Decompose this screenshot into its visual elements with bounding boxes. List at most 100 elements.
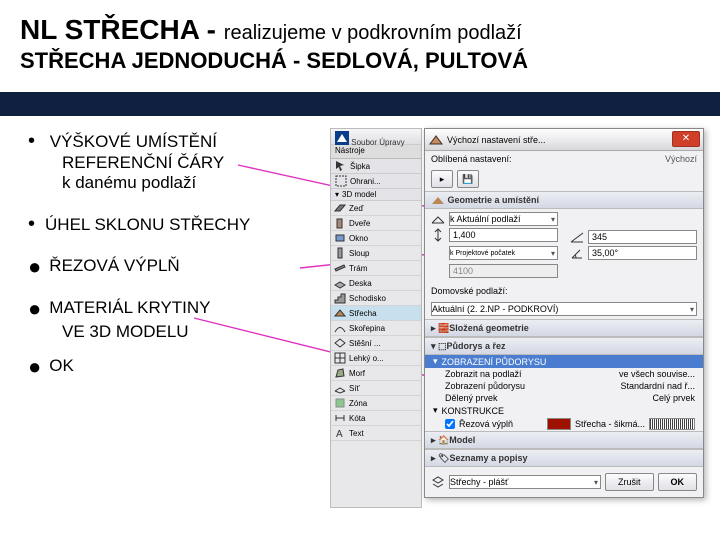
svg-text:A: A [336,429,343,439]
text-icon: A [334,427,346,439]
tool-label: Text [349,429,364,438]
panel-label: Půdorys a řez [447,341,506,351]
tree-plan-mode[interactable]: Zobrazení půdorysuStandardní nad ř... [425,380,703,392]
tool-mesh[interactable]: Síť [331,381,421,396]
home-floor-label: Domovské podlaží: [431,286,508,296]
dialog-titlebar[interactable]: Výchozí nastavení stře... ✕ [425,129,703,151]
tool-label: Zeď [349,204,363,213]
combo-value: Střechy - plášť [450,477,508,487]
fav-save-button[interactable]: 💾 [457,170,479,188]
tool-slab[interactable]: Deska [331,276,421,291]
wall-icon [334,202,346,214]
marquee-icon [335,175,347,187]
tool-morph[interactable]: Morf [331,366,421,381]
tree-value: Celý prvek [652,393,695,403]
layer-combo[interactable]: Střechy - plášť [449,475,601,489]
default-label: Výchozí [665,154,697,164]
tool-wall[interactable]: Zeď [331,201,421,216]
menubar[interactable]: Soubor Úpravy [331,129,421,145]
field-value: 35,00° [592,248,618,258]
title-line2: STŘECHA JEDNODUCHÁ - SEDLOVÁ, PULTOVÁ [20,48,700,74]
tool-window[interactable]: Okno [331,231,421,246]
ok-button[interactable]: OK [658,473,698,491]
tree-plan-display[interactable]: ▾ZOBRAZENÍ PŮDORYSU [425,355,703,368]
tool-cw[interactable]: Lehký o... [331,351,421,366]
purlin-icon [334,337,346,349]
tool-label: Sloup [349,249,369,258]
tool-dim[interactable]: Kóta [331,411,421,426]
thickness-input[interactable]: 345 [588,230,697,244]
layer-icon [431,475,445,489]
tree-fill[interactable]: Řezová výplň Střecha - šikmá... [425,417,703,431]
tree-label: ZOBRAZENÍ PŮDORYSU [442,357,547,367]
mesh-icon [334,382,346,394]
tree-label: Zobrazit na podlaží [445,369,615,379]
panel-composite[interactable]: ▸ 🧱 Složená geometrie [425,319,703,337]
bullet-text: OK [49,356,74,375]
tool-beam[interactable]: Trám [331,261,421,276]
tool-label: Okno [349,234,368,243]
home-floor-combo[interactable]: Aktuální (2. 2.NP - PODKROVÍ) [431,302,697,316]
tree-label: KONSTRUKCE [442,406,505,416]
panel-model[interactable]: ▸ 🏠 Model [425,431,703,449]
tree-cut[interactable]: Dělený prvek Celý prvek [425,392,703,404]
tool-stair[interactable]: Schodisko [331,291,421,306]
tool-label: Kóta [349,414,365,423]
origin-combo[interactable]: k Projektové počatek [449,246,558,260]
combo-value: k Aktuální podlaží [450,214,521,224]
angle-input[interactable]: 35,00° [588,246,697,260]
tool-purlin[interactable]: Stěšní ... [331,336,421,351]
blue-bar [0,92,720,116]
tool-door[interactable]: Dveře [331,216,421,231]
tree-show-floor[interactable]: Zobrazit na podlaží ve všech souvise... [425,368,703,380]
tree-value: Standardní nad ř... [620,381,695,391]
shell-icon [334,322,346,334]
slab-icon [334,277,346,289]
stair-icon [334,292,346,304]
tool-text[interactable]: A Text [331,426,421,441]
panel-label: Seznamy a popisy [449,453,527,463]
zone-icon [334,397,346,409]
toolbox-section[interactable]: Ohrani... [331,174,421,189]
tree-label: Dělený prvek [445,393,648,403]
favorites-row: Oblíbená nastavení: Výchozí [425,151,703,167]
title-main: NL STŘECHA - [20,14,224,45]
close-button[interactable]: ✕ [672,131,700,147]
menu-item[interactable]: Úpravy [379,138,404,147]
tool-column[interactable]: Sloup [331,246,421,261]
tool-label: Morf [349,369,365,378]
tool-zone[interactable]: Zóna [331,396,421,411]
toolbox-section-3d[interactable]: ▾ 3D model [331,189,421,201]
tool-label: Ohrani... [350,177,381,186]
tool-shell[interactable]: Skořepina [331,321,421,336]
roof-settings-dialog: Výchozí nastavení stře... ✕ Oblíbená nas… [424,128,704,498]
morph-icon [334,367,346,379]
ref-floor-combo[interactable]: k Aktuální podlaží [449,212,558,226]
ref-height-input[interactable]: 1,400 [449,228,558,242]
door-icon [334,217,346,229]
panel-plan[interactable]: ▾ ⬚ Půdorys a řez [425,337,703,355]
panel-label: Složená geometrie [449,323,529,333]
fill-color-swatch[interactable] [547,418,571,430]
tool-label: Deska [349,279,372,288]
fill-hatch-swatch[interactable] [649,418,695,430]
combo-value: Aktuální (2. 2.NP - PODKROVÍ) [432,304,558,314]
panel-tags[interactable]: ▸ 🏷 Seznamy a popisy [425,449,703,467]
fav-apply-button[interactable]: ▸ [431,170,453,188]
tree-construction[interactable]: ▾KONSTRUKCE [425,404,703,417]
tool-label: Síť [349,384,360,393]
cw-icon [334,352,346,364]
tree-value: ve všech souvise... [619,369,695,379]
bullet-text: VÝŠKOVÉ UMÍSTĚNÍ [50,132,217,151]
roof-icon [334,307,346,319]
cancel-button[interactable]: Zrušit [605,473,654,491]
column-icon [334,247,346,259]
fill-checkbox[interactable] [445,419,455,429]
favorites-buttons: ▸ 💾 [425,167,703,191]
slope-icon [570,230,584,244]
combo-value: k Projektové počatek [450,250,515,257]
arrow-icon [335,160,347,172]
toolbox-section[interactable]: Šipka [331,159,421,174]
panel-geometry[interactable]: Geometrie a umístění [425,191,703,209]
tool-roof[interactable]: Střecha [331,306,421,321]
